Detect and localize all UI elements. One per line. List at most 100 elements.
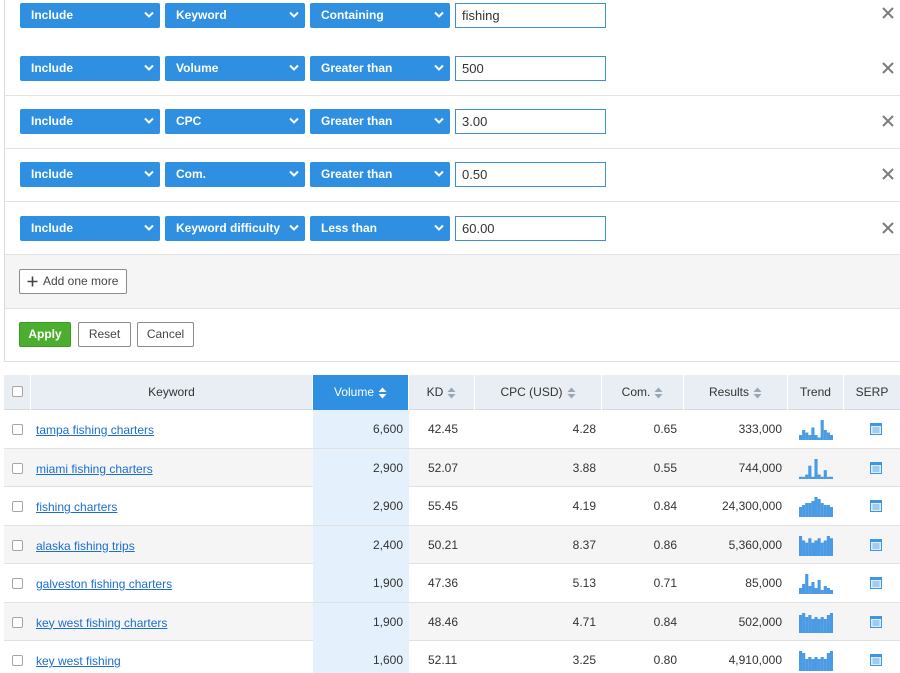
filter-field-dropdown[interactable]: Volume — [165, 56, 305, 81]
select-all-checkbox[interactable] — [12, 386, 23, 397]
table-row: fishing charters 2,900 55.45 4.19 0.84 24,300… — [4, 487, 900, 526]
filter-mode-dropdown[interactable]: Include — [20, 109, 160, 134]
filter-operator-label: Greater than — [321, 114, 393, 128]
table-row: galveston fishing charters 1,900 47.36 5.13… — [4, 564, 900, 603]
trend-bar — [805, 474, 809, 479]
trend-sparkline — [799, 651, 834, 671]
filter-row-competition: Include Com. Greater than 0.50 — [5, 149, 900, 202]
filter-field-dropdown[interactable]: Keyword difficulty — [165, 216, 305, 241]
chevron-down-icon — [289, 11, 299, 18]
cpc-cell: 8.37 — [572, 537, 596, 552]
close-icon[interactable] — [879, 112, 897, 130]
trend-bar — [817, 618, 821, 633]
trend-bar — [829, 590, 834, 594]
row-checkbox[interactable] — [12, 501, 23, 512]
row-checkbox[interactable] — [12, 616, 23, 628]
row-checkbox[interactable] — [12, 424, 23, 435]
filter-mode-dropdown[interactable]: Include — [20, 3, 160, 28]
filter-operator-dropdown[interactable]: Less than — [310, 216, 450, 241]
kd-cell: 48.46 — [428, 614, 459, 629]
filter-value-input[interactable]: 3.00 — [455, 109, 606, 134]
filter-operator-dropdown[interactable]: Greater than — [310, 162, 450, 187]
column-header-serp: SERP — [844, 375, 900, 410]
chevron-down-icon — [434, 11, 444, 18]
filter-value-input[interactable]: fishing — [455, 3, 606, 28]
cpc-cell: 4.71 — [572, 614, 596, 629]
serp-cell — [870, 641, 884, 673]
chevron-down-icon — [289, 224, 299, 231]
keyword-link[interactable]: alaska fishing trips — [36, 526, 135, 564]
trend-bar — [808, 503, 812, 517]
filter-mode-dropdown[interactable]: Include — [20, 162, 160, 187]
serp-preview-icon[interactable] — [870, 577, 882, 589]
trend-bar — [802, 653, 806, 671]
cancel-button[interactable]: Cancel — [137, 322, 194, 347]
filter-operator-dropdown[interactable]: Greater than — [310, 56, 450, 81]
trend-bar — [799, 435, 803, 440]
close-icon[interactable] — [879, 165, 897, 183]
column-header-competition[interactable]: Com. — [602, 375, 684, 410]
keyword-link[interactable]: tampa fishing charters — [36, 410, 154, 448]
chevron-down-icon — [144, 64, 154, 71]
competition-cell: 0.71 — [653, 576, 677, 590]
keyword-link[interactable]: key west fishing — [36, 641, 121, 673]
keyword-link[interactable]: key west fishing charters — [36, 603, 167, 641]
trend-cell — [799, 410, 834, 448]
column-header-kd[interactable]: KD — [409, 375, 475, 410]
serp-preview-icon[interactable] — [870, 615, 882, 628]
filter-mode-dropdown[interactable]: Include — [20, 56, 160, 81]
filter-mode-dropdown[interactable]: Include — [20, 216, 160, 241]
row-checkbox[interactable] — [12, 578, 23, 589]
volume-cell: 2,900 — [313, 487, 409, 525]
kd-cell: 50.21 — [428, 537, 459, 552]
serp-preview-icon[interactable] — [870, 654, 882, 666]
column-header-keyword[interactable]: Keyword — [31, 375, 313, 410]
trend-bar — [805, 503, 809, 517]
trend-bar — [805, 616, 809, 633]
results-cell: 4,910,000 — [728, 653, 782, 667]
filter-operator-dropdown[interactable]: Containing — [310, 3, 450, 28]
filter-operator-dropdown[interactable]: Greater than — [310, 109, 450, 134]
trend-bar — [811, 659, 815, 671]
keyword-link[interactable]: galveston fishing charters — [36, 564, 172, 602]
trend-bar — [817, 437, 821, 440]
filter-field-dropdown[interactable]: Com. — [165, 162, 305, 187]
trend-cell — [799, 526, 834, 564]
kd-cell: 52.11 — [428, 653, 458, 667]
filter-value-input[interactable]: 0.50 — [455, 162, 606, 187]
serp-preview-icon[interactable] — [870, 461, 882, 474]
row-checkbox[interactable] — [12, 655, 23, 666]
filter-field-label: CPC — [176, 114, 202, 128]
filter-value-input[interactable]: 500 — [455, 56, 606, 81]
row-checkbox[interactable] — [12, 539, 23, 551]
close-icon[interactable] — [879, 4, 897, 22]
row-checkbox[interactable] — [12, 462, 23, 474]
column-header-label: SERP — [855, 385, 889, 399]
close-icon[interactable] — [879, 219, 897, 237]
column-header-results[interactable]: Results — [684, 375, 788, 410]
column-header-volume[interactable]: Volume — [313, 375, 409, 410]
serp-preview-icon[interactable] — [870, 423, 882, 435]
filter-field-dropdown[interactable]: CPC — [165, 109, 305, 134]
trend-bar — [820, 503, 824, 517]
serp-preview-icon[interactable] — [870, 538, 882, 551]
filter-value-input[interactable]: 60.00 — [455, 216, 606, 241]
close-icon[interactable] — [879, 59, 897, 77]
trend-sparkline — [799, 612, 834, 633]
trend-bar — [808, 465, 812, 479]
keyword-link[interactable]: fishing charters — [36, 487, 117, 525]
trend-bar — [823, 430, 827, 440]
keyword-link[interactable]: miami fishing charters — [36, 449, 153, 487]
serp-preview-icon[interactable] — [870, 500, 882, 512]
column-header-cpc[interactable]: CPC (USD) — [475, 375, 602, 410]
trend-bar — [799, 476, 803, 479]
trend-bar — [817, 537, 821, 556]
column-header-label: Volume — [333, 385, 375, 399]
filter-field-dropdown[interactable]: Keyword — [165, 3, 305, 28]
apply-button[interactable]: Apply — [19, 322, 71, 347]
trend-bar — [826, 432, 830, 440]
chevron-down-icon — [144, 11, 154, 18]
reset-button[interactable]: Reset — [78, 322, 131, 347]
add-one-more-button[interactable]: Add one more — [19, 269, 127, 294]
filter-field-label: Keyword — [176, 8, 227, 22]
